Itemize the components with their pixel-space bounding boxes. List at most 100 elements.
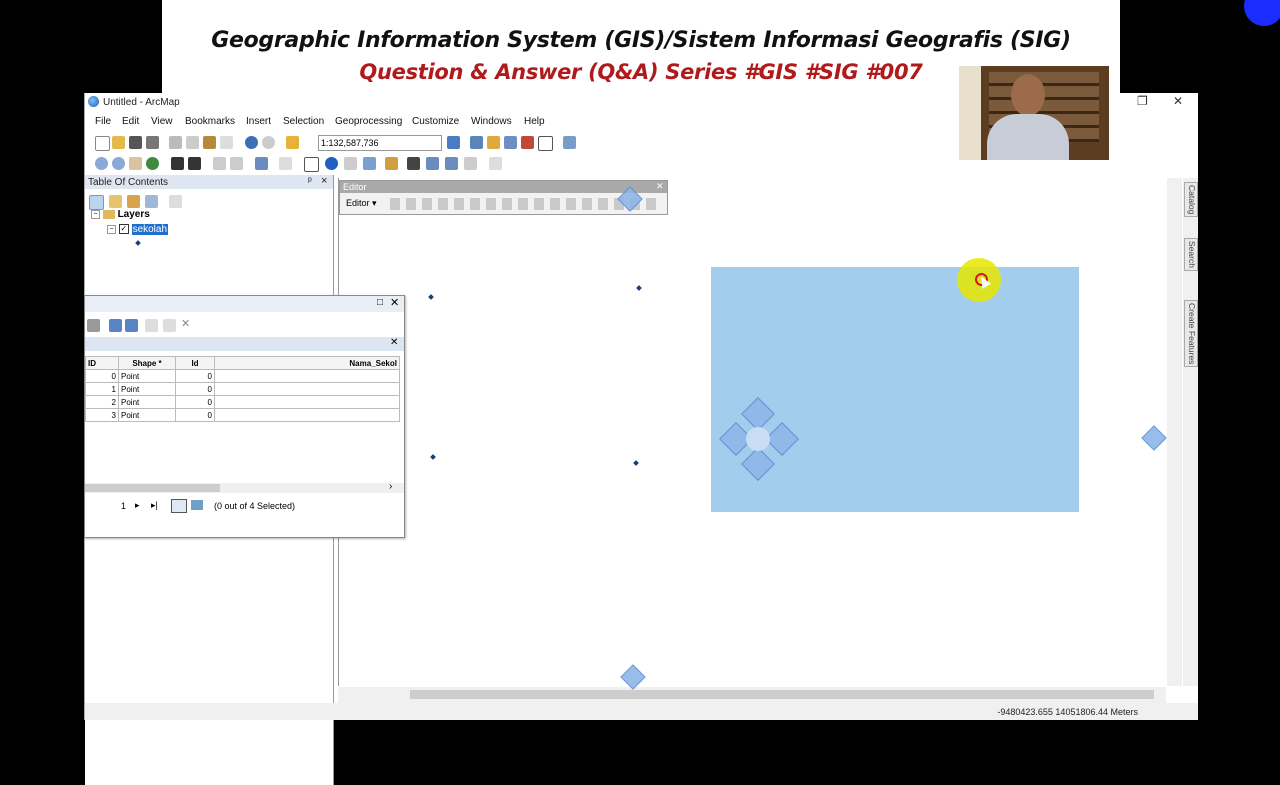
maximize-icon[interactable]: □ bbox=[377, 297, 383, 308]
cell-nama-sekol[interactable] bbox=[214, 408, 400, 422]
full-extent-icon[interactable] bbox=[146, 157, 159, 170]
map-scale-input[interactable]: 1:132,587,736 bbox=[318, 135, 442, 151]
menu-file[interactable]: File bbox=[95, 116, 111, 127]
close-icon[interactable]: ✕ bbox=[1173, 94, 1183, 108]
cell-id-field[interactable]: 0 bbox=[175, 382, 215, 396]
list-by-selection-icon[interactable] bbox=[145, 195, 158, 208]
select-features-icon[interactable] bbox=[255, 157, 268, 170]
delete-selected-icon[interactable]: ✕ bbox=[181, 317, 190, 330]
next-record-icon[interactable]: ▸ bbox=[135, 500, 140, 511]
layer-label[interactable]: sekolah bbox=[131, 224, 169, 235]
close-icon[interactable]: × bbox=[321, 175, 327, 187]
column-header[interactable]: Shape * bbox=[118, 356, 176, 370]
cell-id-field[interactable]: 0 bbox=[175, 408, 215, 422]
fixed-zoom-in-icon[interactable] bbox=[171, 157, 184, 170]
related-tables-icon[interactable] bbox=[109, 319, 122, 332]
menu-geoprocessing[interactable]: Geoprocessing bbox=[335, 116, 402, 127]
column-header[interactable]: Id bbox=[175, 356, 215, 370]
hyperlink-icon[interactable] bbox=[344, 157, 357, 170]
time-slider-icon[interactable] bbox=[464, 157, 477, 170]
scroll-right-icon[interactable]: › bbox=[389, 481, 392, 492]
cell-shape[interactable]: Point bbox=[118, 395, 176, 409]
forward-extent-icon[interactable] bbox=[230, 157, 243, 170]
table-row[interactable]: 0 Point 0 bbox=[85, 369, 400, 383]
horizontal-scrollbar[interactable] bbox=[338, 687, 1166, 703]
find-icon[interactable] bbox=[407, 157, 420, 170]
html-popup-icon[interactable] bbox=[363, 157, 376, 170]
table-row[interactable]: 1 Point 0 bbox=[85, 382, 400, 396]
cell-id[interactable]: 0 bbox=[85, 369, 119, 383]
open-icon[interactable] bbox=[112, 136, 125, 149]
redo-icon[interactable] bbox=[262, 136, 275, 149]
table-scroll-thumb[interactable] bbox=[85, 484, 220, 492]
zoom-to-selected-icon[interactable] bbox=[163, 319, 176, 332]
table-options-icon[interactable] bbox=[87, 319, 100, 332]
collapse-icon[interactable]: − bbox=[107, 224, 116, 234]
cell-nama-sekol[interactable] bbox=[214, 382, 400, 396]
cell-shape[interactable]: Point bbox=[118, 408, 176, 422]
zoom-in-icon[interactable] bbox=[95, 157, 108, 170]
column-header[interactable]: ID bbox=[85, 356, 119, 370]
print-icon[interactable] bbox=[146, 136, 159, 149]
menu-insert[interactable]: Insert bbox=[246, 116, 271, 127]
find-route-icon[interactable] bbox=[426, 157, 439, 170]
dock-center-icon[interactable] bbox=[746, 427, 770, 451]
collapse-icon[interactable]: − bbox=[91, 209, 100, 219]
identify-icon[interactable] bbox=[325, 157, 338, 170]
menu-windows[interactable]: Windows bbox=[471, 116, 512, 127]
search-tab[interactable]: Search bbox=[1184, 238, 1198, 271]
fixed-zoom-out-icon[interactable] bbox=[188, 157, 201, 170]
new-icon[interactable] bbox=[95, 136, 110, 151]
catalog-icon[interactable] bbox=[487, 136, 500, 149]
editor-menu[interactable]: Editor ▾ bbox=[346, 198, 377, 209]
list-by-drawing-order-icon[interactable] bbox=[89, 195, 104, 210]
restore-icon[interactable]: ❐ bbox=[1137, 94, 1148, 108]
menu-customize[interactable]: Customize bbox=[412, 116, 459, 127]
layers-node[interactable]: − Layers bbox=[91, 209, 150, 220]
menu-view[interactable]: View bbox=[151, 116, 173, 127]
table-row[interactable]: 3 Point 0 bbox=[85, 408, 400, 422]
menu-help[interactable]: Help bbox=[524, 116, 545, 127]
editor-toolbar-icon[interactable] bbox=[447, 136, 460, 149]
search-icon[interactable] bbox=[504, 136, 517, 149]
python-window-icon[interactable] bbox=[538, 136, 553, 151]
close-icon[interactable]: ✕ bbox=[390, 337, 398, 348]
select-elements-icon[interactable] bbox=[304, 157, 319, 172]
create-features-tab[interactable]: Create Features bbox=[1184, 300, 1198, 368]
copy-icon[interactable] bbox=[186, 136, 199, 149]
close-icon[interactable]: ✕ bbox=[656, 181, 664, 192]
table-of-contents-icon[interactable] bbox=[470, 136, 483, 149]
undo-icon[interactable] bbox=[245, 136, 258, 149]
menu-selection[interactable]: Selection bbox=[283, 116, 324, 127]
show-all-records-icon[interactable] bbox=[171, 499, 187, 513]
horizontal-scroll-thumb[interactable] bbox=[410, 690, 1154, 699]
clear-selection-icon[interactable] bbox=[279, 157, 292, 170]
cell-id[interactable]: 2 bbox=[85, 395, 119, 409]
go-to-xy-icon[interactable] bbox=[445, 157, 458, 170]
options-icon[interactable] bbox=[169, 195, 182, 208]
table-row[interactable]: 2 Point 0 bbox=[85, 395, 400, 409]
cell-id[interactable]: 3 bbox=[85, 408, 119, 422]
cut-icon[interactable] bbox=[169, 136, 182, 149]
pan-icon[interactable] bbox=[129, 157, 142, 170]
catalog-tab[interactable]: Catalog bbox=[1184, 182, 1198, 218]
menu-bookmarks[interactable]: Bookmarks bbox=[185, 116, 235, 127]
vertical-scrollbar[interactable] bbox=[1167, 178, 1182, 686]
show-selected-records-icon[interactable] bbox=[191, 500, 203, 510]
select-by-attributes-icon[interactable] bbox=[125, 319, 138, 332]
add-data-icon[interactable] bbox=[286, 136, 299, 149]
switch-selection-icon[interactable] bbox=[145, 319, 158, 332]
zoom-out-icon[interactable] bbox=[112, 157, 125, 170]
table-horizontal-scrollbar[interactable]: › bbox=[85, 481, 404, 493]
model-builder-icon[interactable] bbox=[563, 136, 576, 149]
cell-nama-sekol[interactable] bbox=[214, 395, 400, 409]
measure-icon[interactable] bbox=[385, 157, 398, 170]
cell-shape[interactable]: Point bbox=[118, 369, 176, 383]
create-viewer-icon[interactable] bbox=[489, 157, 502, 170]
cell-shape[interactable]: Point bbox=[118, 382, 176, 396]
column-header[interactable]: Nama_Sekol bbox=[214, 356, 400, 370]
layer-visibility-checkbox[interactable]: ✓ bbox=[118, 224, 129, 235]
paste-icon[interactable] bbox=[203, 136, 216, 149]
back-extent-icon[interactable] bbox=[213, 157, 226, 170]
cell-nama-sekol[interactable] bbox=[214, 369, 400, 383]
